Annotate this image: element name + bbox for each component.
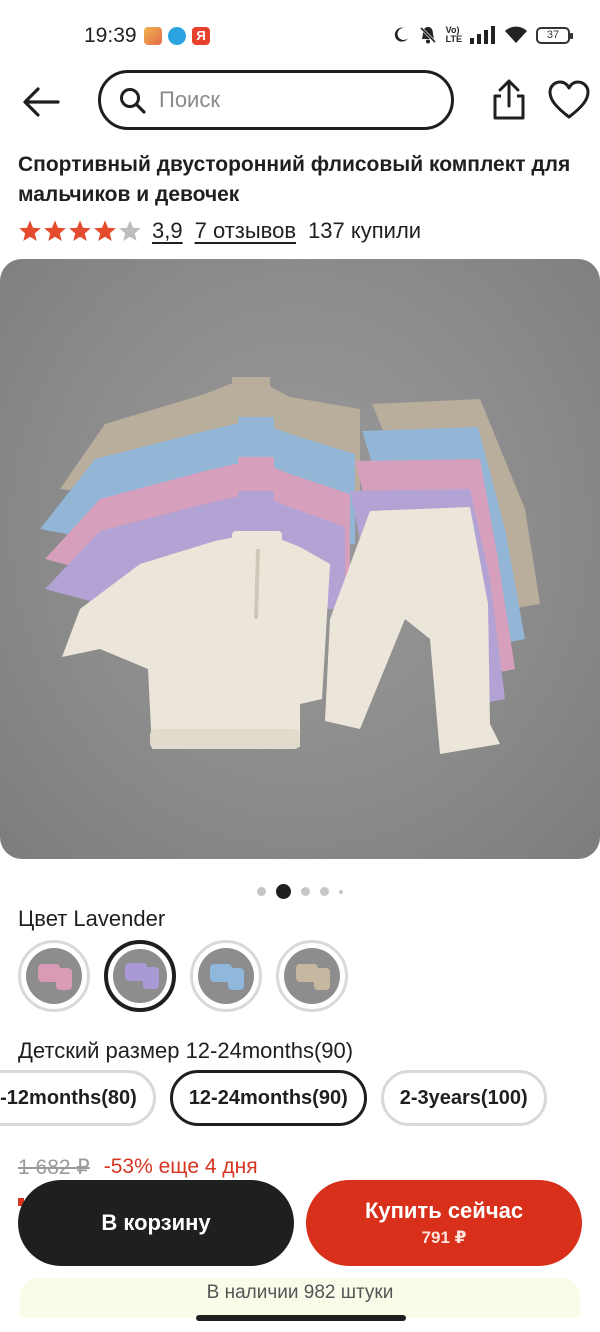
add-to-cart-button[interactable]: В корзину bbox=[18, 1180, 294, 1266]
top-nav bbox=[0, 70, 600, 132]
swatch-image bbox=[284, 948, 340, 1004]
color-swatch-blue[interactable] bbox=[190, 940, 262, 1012]
current-price: 791 ₽ bbox=[421, 1228, 467, 1247]
battery-icon: 37 bbox=[536, 26, 573, 44]
product-title: Спортивный двусторонний флисовый комплек… bbox=[18, 153, 571, 206]
star-empty-icon bbox=[119, 220, 141, 241]
bought-count: 137 купили bbox=[308, 218, 422, 243]
pager-dot[interactable] bbox=[257, 887, 266, 896]
product-image[interactable] bbox=[0, 259, 600, 859]
star-full-icon bbox=[69, 220, 91, 241]
size-chip-selected[interactable]: 12-24months(90) bbox=[169, 1070, 367, 1126]
pager-dot[interactable] bbox=[339, 889, 343, 894]
stock-info: В наличии 982 штуки bbox=[20, 1278, 580, 1318]
color-swatches bbox=[18, 940, 348, 1012]
arrow-left-icon bbox=[23, 87, 60, 117]
star-full-icon bbox=[94, 220, 116, 241]
search-box[interactable] bbox=[98, 70, 454, 130]
star-full-icon bbox=[19, 220, 41, 241]
pager-dot[interactable] bbox=[301, 887, 310, 896]
reviews-link[interactable]: 7 отзывов bbox=[195, 218, 296, 244]
swatch-image bbox=[26, 948, 82, 1004]
favorite-button[interactable] bbox=[547, 78, 591, 122]
status-bar: 19:39 Я Vo) LTE 37 bbox=[0, 0, 600, 70]
rating-stars bbox=[18, 219, 142, 243]
signal-icon bbox=[470, 26, 495, 44]
yandex-icon: Я bbox=[192, 27, 210, 45]
star-full-icon bbox=[44, 220, 66, 241]
heart-icon bbox=[548, 80, 590, 119]
buy-now-label: Купить сейчас bbox=[364, 1198, 524, 1223]
product-photo-illustration bbox=[40, 377, 540, 754]
telegram-icon bbox=[168, 27, 186, 45]
swatch-image bbox=[198, 948, 254, 1004]
status-app-icons: Я bbox=[144, 27, 210, 45]
buy-now-button[interactable]: Купить сейчас 791 ₽ bbox=[306, 1180, 582, 1266]
wifi-icon bbox=[505, 26, 527, 43]
share-button[interactable] bbox=[487, 78, 531, 122]
rating-value[interactable]: 3,9 bbox=[152, 218, 183, 244]
swatch-image bbox=[113, 949, 167, 1003]
status-indicators: Vo) LTE 37 bbox=[392, 25, 573, 45]
pager-dot[interactable] bbox=[320, 887, 329, 896]
back-button[interactable] bbox=[20, 80, 64, 124]
color-swatch-pink[interactable] bbox=[18, 940, 90, 1012]
old-price: 1 682 ₽ bbox=[18, 1156, 90, 1179]
discount-badge: -53% еще 4 дня bbox=[103, 1155, 258, 1178]
pager-dot-active[interactable] bbox=[276, 884, 291, 899]
status-time: 19:39 bbox=[84, 24, 137, 47]
size-chip[interactable]: 2-3years(100) bbox=[380, 1070, 547, 1126]
size-chip[interactable]: 9-12months(80) bbox=[0, 1070, 156, 1126]
network-type: Vo) LTE bbox=[445, 25, 462, 44]
color-label: Цвет Lavender bbox=[18, 906, 166, 931]
search-icon bbox=[120, 88, 146, 114]
share-icon bbox=[493, 79, 525, 120]
price-row: 1 682 ₽ -53% еще 4 дня bbox=[18, 1155, 258, 1180]
size-options: 9-12months(80) 12-24months(90) 2-3years(… bbox=[0, 1070, 547, 1126]
image-pager bbox=[0, 884, 600, 899]
gallery-icon bbox=[144, 27, 162, 45]
home-indicator[interactable] bbox=[196, 1315, 406, 1321]
color-swatch-beige[interactable] bbox=[276, 940, 348, 1012]
muted-bell-icon bbox=[419, 26, 436, 44]
rating-row: 3,9 7 отзывов 137 купили bbox=[18, 216, 421, 246]
moon-icon bbox=[394, 27, 408, 42]
size-label: Детский размер 12-24months(90) bbox=[18, 1038, 354, 1063]
search-input[interactable] bbox=[159, 87, 429, 113]
color-swatch-lavender[interactable] bbox=[104, 940, 176, 1012]
